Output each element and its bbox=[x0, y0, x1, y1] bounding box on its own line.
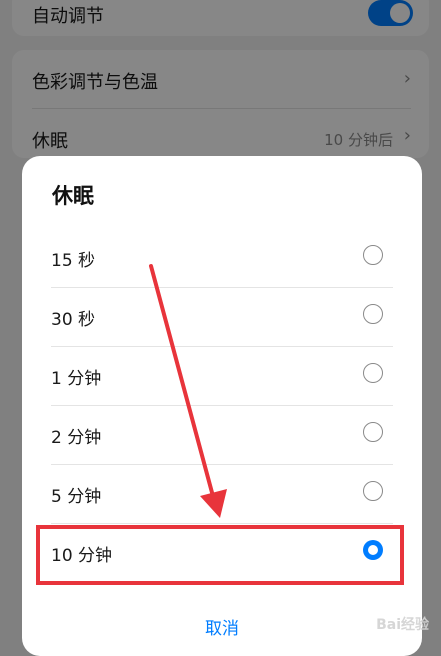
annotation-arrow-icon bbox=[149, 264, 227, 518]
watermark: Bai经验 bbox=[376, 617, 429, 633]
